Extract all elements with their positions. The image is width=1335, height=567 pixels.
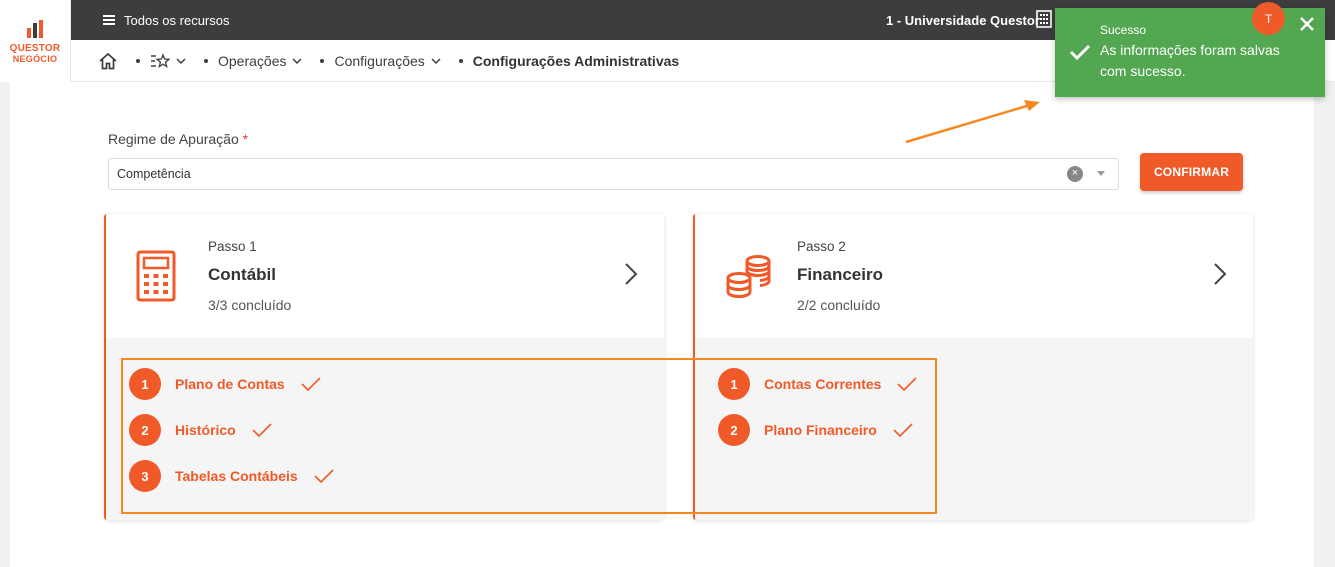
step-body: 1 Contas Correntes 2 Plano Financeiro bbox=[695, 338, 1253, 520]
breadcrumb-separator bbox=[204, 58, 208, 63]
toast-title: Sucesso bbox=[1100, 23, 1147, 37]
logo-mark-icon bbox=[27, 19, 43, 38]
coins-icon bbox=[726, 255, 771, 298]
breadcrumb-label: Configurações bbox=[334, 52, 425, 69]
substep-tabelas-contabeis[interactable]: 3 Tabelas Contábeis bbox=[129, 460, 334, 492]
step-title: Financeiro bbox=[797, 265, 883, 284]
breadcrumb-separator bbox=[136, 58, 140, 63]
breadcrumb-configuracoes[interactable]: Configurações bbox=[334, 52, 441, 69]
breadcrumb-separator bbox=[320, 58, 325, 63]
substep-label: Histórico bbox=[175, 422, 236, 438]
chevron-down-icon bbox=[292, 57, 303, 64]
home-icon[interactable] bbox=[98, 52, 118, 70]
check-icon bbox=[893, 423, 913, 437]
toast-message: As informações foram salvas com sucesso. bbox=[1100, 42, 1280, 79]
questor-logo[interactable]: QUESTOR NEGÓCIO bbox=[0, 0, 71, 82]
substep-number: 1 bbox=[718, 368, 750, 400]
breadcrumb-favorites[interactable] bbox=[150, 52, 186, 69]
chevron-down-icon bbox=[431, 57, 441, 64]
substep-contas-correntes[interactable]: 1 Contas Correntes bbox=[718, 368, 918, 400]
step-status: 2/2 concluído bbox=[797, 297, 881, 313]
select-value: Competência bbox=[117, 167, 191, 181]
close-icon[interactable] bbox=[1299, 16, 1315, 32]
check-icon bbox=[897, 377, 918, 391]
check-icon bbox=[252, 423, 272, 437]
logo-line-2: NEGÓCIO bbox=[12, 53, 58, 64]
breadcrumb-label: Operações bbox=[218, 52, 287, 69]
user-avatar[interactable]: T bbox=[1252, 2, 1285, 35]
substep-label: Plano de Contas bbox=[175, 376, 285, 392]
regime-apuracao-select[interactable]: Competência bbox=[108, 158, 1119, 190]
step-header-financeiro[interactable]: Passo 2 Financeiro 2/2 concluído bbox=[695, 214, 1253, 338]
chevron-right-icon bbox=[1214, 263, 1227, 285]
check-icon bbox=[301, 377, 321, 391]
substep-plano-financeiro[interactable]: 2 Plano Financeiro bbox=[718, 414, 913, 446]
step-body: 1 Plano de Contas 2 Histórico 3 Tabelas … bbox=[106, 338, 664, 520]
substep-historico[interactable]: 2 Histórico bbox=[129, 414, 272, 446]
calculator-icon bbox=[136, 250, 176, 302]
breadcrumb-separator bbox=[458, 58, 463, 63]
hamburger-icon bbox=[103, 15, 115, 25]
breadcrumb-current-page: Configurações Administrativas bbox=[472, 52, 680, 69]
favorites-list-icon bbox=[151, 52, 170, 68]
step-number: Passo 2 bbox=[797, 239, 846, 254]
substep-label: Tabelas Contábeis bbox=[175, 468, 298, 484]
all-resources-menu[interactable]: Todos os recursos bbox=[103, 0, 230, 40]
required-mark: * bbox=[242, 131, 249, 147]
substep-number: 2 bbox=[129, 414, 161, 446]
regime-apuracao-label: Regime de Apuração * bbox=[108, 131, 248, 147]
chevron-right-icon bbox=[625, 263, 638, 285]
logo-line-1: QUESTOR bbox=[9, 42, 61, 54]
substep-label: Contas Correntes bbox=[764, 376, 882, 392]
menu-label: Todos os recursos bbox=[124, 12, 230, 28]
check-icon bbox=[1069, 44, 1091, 61]
dropdown-caret-icon[interactable] bbox=[1097, 171, 1105, 176]
field-label-text: Regime de Apuração bbox=[108, 131, 239, 147]
step-title: Contábil bbox=[208, 265, 276, 284]
step-status: 3/3 concluído bbox=[208, 297, 292, 313]
substep-number: 1 bbox=[129, 368, 161, 400]
clear-selection-icon[interactable]: × bbox=[1067, 166, 1083, 182]
breadcrumb-operacoes[interactable]: Operações bbox=[218, 52, 303, 69]
substep-plano-de-contas[interactable]: 1 Plano de Contas bbox=[129, 368, 321, 400]
chevron-down-icon bbox=[176, 57, 186, 64]
substep-number: 3 bbox=[129, 460, 161, 492]
organization-name[interactable]: 1 - Universidade Questor bbox=[886, 0, 1040, 40]
check-icon bbox=[314, 469, 334, 483]
confirm-button[interactable]: CONFIRMAR bbox=[1140, 153, 1243, 191]
substep-number: 2 bbox=[718, 414, 750, 446]
step-header-contabil[interactable]: Passo 1 Contábil 3/3 concluído bbox=[106, 214, 664, 338]
building-icon[interactable] bbox=[1036, 10, 1052, 28]
step-number: Passo 1 bbox=[208, 239, 257, 254]
substep-label: Plano Financeiro bbox=[764, 422, 877, 438]
step-card-financeiro: Passo 2 Financeiro 2/2 concluído 1 Conta… bbox=[693, 214, 1253, 520]
step-card-contabil: Passo 1 Contábil 3/3 concluído 1 Plano d… bbox=[104, 214, 664, 520]
